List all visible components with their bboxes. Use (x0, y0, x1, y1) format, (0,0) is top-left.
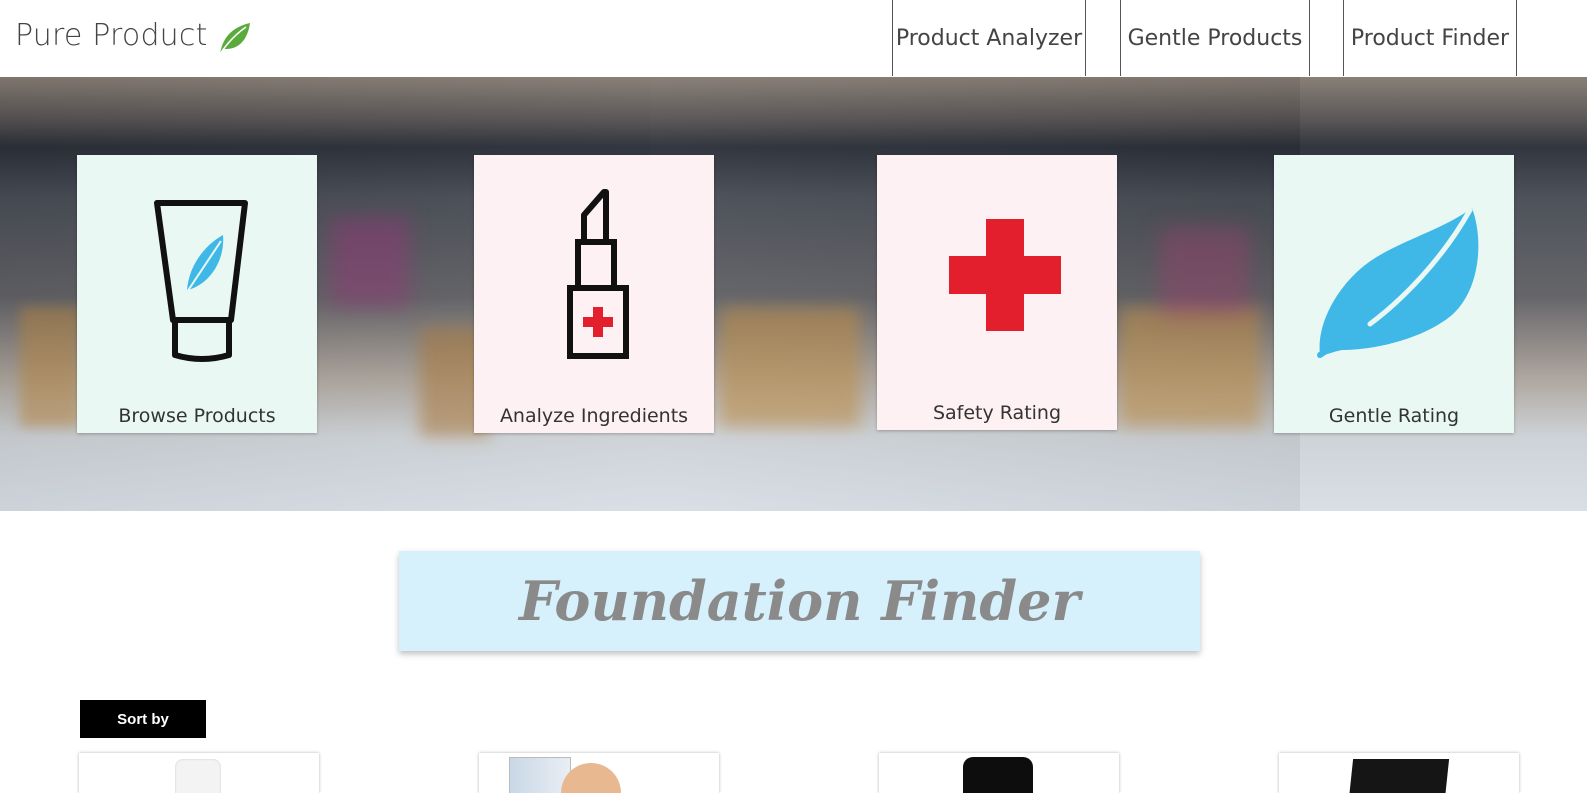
tile-label: Safety Rating (932, 402, 1062, 424)
tile-analyze-ingredients[interactable]: Analyze Ingredients (474, 155, 714, 433)
store-counter (1120, 307, 1260, 427)
tile-label: Gentle Rating (1328, 405, 1460, 427)
tile-gentle-rating[interactable]: Gentle Rating (1274, 155, 1514, 433)
product-image (175, 759, 221, 793)
sort-label: Sort by (117, 710, 169, 728)
product-card[interactable] (1279, 753, 1519, 793)
tile-label: Analyze Ingredients (499, 405, 689, 427)
tile-label: Browse Products (118, 405, 276, 427)
product-image (1348, 759, 1450, 793)
lipstick-cross-icon (567, 189, 629, 359)
product-image (963, 757, 1033, 793)
product-card[interactable] (879, 753, 1119, 793)
leaf-icon (219, 23, 250, 55)
tile-browse-products[interactable]: Browse Products (77, 155, 317, 433)
sort-by-button[interactable]: Sort by (80, 700, 206, 738)
store-display (1160, 227, 1250, 317)
foundation-finder-banner: Foundation Finder (399, 551, 1200, 651)
product-card[interactable] (79, 753, 319, 793)
nav-label: Product Finder (1350, 25, 1510, 51)
feather-icon (1317, 207, 1479, 358)
store-counter (720, 307, 860, 427)
store-display (330, 217, 410, 307)
red-cross-icon (949, 219, 1061, 331)
nav-product-finder[interactable]: Product Finder (1343, 0, 1517, 76)
nav-label: Gentle Products (1127, 25, 1303, 51)
nav-product-analyzer[interactable]: Product Analyzer (892, 0, 1086, 76)
nav-label: Product Analyzer (895, 25, 1083, 51)
tube-feather-icon (154, 200, 248, 362)
finder-title: Foundation Finder (519, 569, 1080, 633)
tile-safety-rating[interactable]: Safety Rating (877, 155, 1117, 430)
product-card[interactable] (479, 753, 719, 793)
site-header: Pure Product Product Analyzer Gentle Pro… (0, 0, 1587, 77)
nav-gentle-products[interactable]: Gentle Products (1120, 0, 1310, 76)
store-counter (20, 307, 80, 427)
brand-name[interactable]: Pure Product (15, 18, 208, 53)
